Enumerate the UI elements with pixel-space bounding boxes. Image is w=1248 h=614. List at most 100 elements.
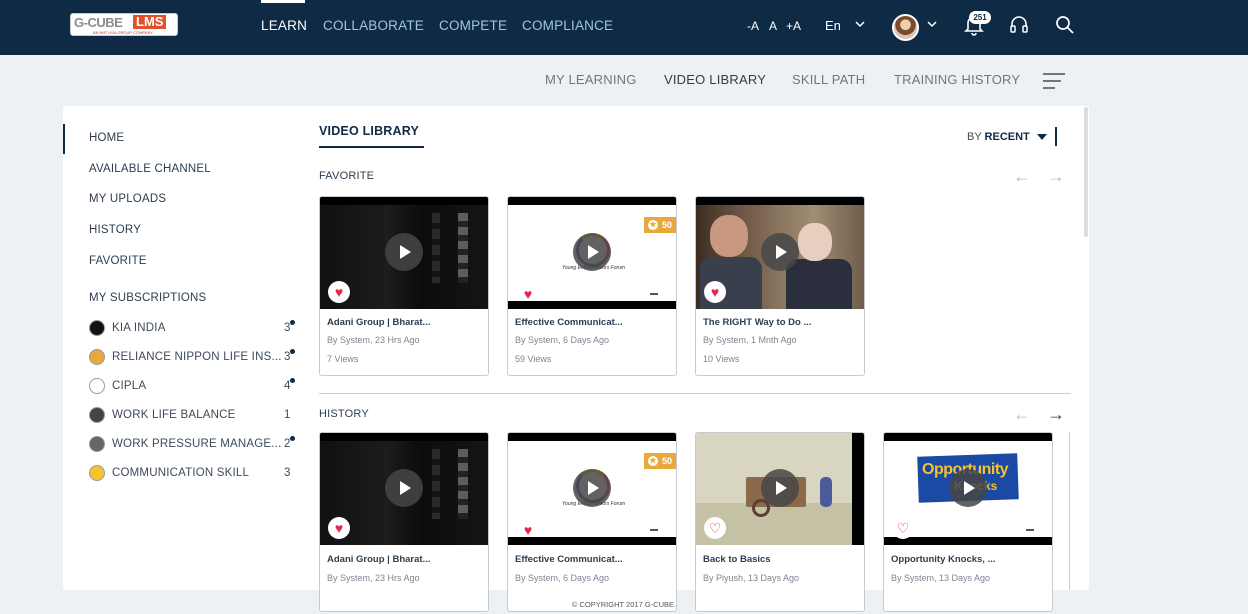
- play-icon[interactable]: [761, 233, 799, 271]
- video-card[interactable]: ♥ Adani Group | Bharat... By System, 23 …: [319, 432, 489, 612]
- heart-icon[interactable]: ♥: [517, 519, 539, 541]
- subscription-item[interactable]: RELIANCE NIPPON LIFE INS... 3: [89, 349, 299, 367]
- video-title[interactable]: Effective Communicat...: [515, 317, 623, 328]
- subscription-name: CIPLA: [112, 380, 147, 392]
- play-icon[interactable]: [385, 469, 423, 507]
- heart-outline-icon[interactable]: ♡: [892, 517, 914, 539]
- play-icon[interactable]: [385, 233, 423, 271]
- channel-icon: [89, 465, 105, 481]
- channel-icon: [89, 436, 105, 452]
- sort-dropdown[interactable]: BY RECENT: [967, 131, 1030, 143]
- video-views: 10 Views: [703, 354, 740, 364]
- video-author-time: By System, 23 Hrs Ago: [327, 573, 420, 583]
- new-dot: [290, 320, 295, 325]
- play-icon[interactable]: [761, 469, 799, 507]
- copyright-footer: © COPYRIGHT 2017 G-CUBE.: [571, 600, 677, 609]
- subscription-item[interactable]: WORK PRESSURE MANAGE... 2: [89, 436, 299, 454]
- chevron-down-icon[interactable]: [855, 19, 865, 32]
- channel-icon: [89, 349, 105, 365]
- video-title[interactable]: Adani Group | Bharat...: [327, 554, 430, 565]
- star-icon: ★: [648, 220, 658, 230]
- video-title[interactable]: The RIGHT Way to Do ...: [703, 317, 811, 328]
- nav-collaborate[interactable]: COLLABORATE: [323, 18, 424, 33]
- heart-outline-icon[interactable]: ♡: [704, 517, 726, 539]
- divider: [1055, 127, 1057, 146]
- video-title[interactable]: Adani Group | Bharat...: [327, 317, 430, 328]
- subnav-skill-path[interactable]: SKILL PATH: [792, 72, 865, 87]
- heart-icon[interactable]: ♥: [328, 517, 350, 539]
- subscription-count: 1: [284, 409, 291, 421]
- subnav-training-history[interactable]: TRAINING HISTORY: [894, 72, 1020, 87]
- subscription-item[interactable]: WORK LIFE BALANCE 1: [89, 407, 299, 425]
- arrow-left-icon[interactable]: ←: [1013, 167, 1031, 185]
- video-author-time: By System, 13 Days Ago: [891, 573, 991, 583]
- heart-icon[interactable]: ♥: [328, 281, 350, 303]
- sidebar-item-favorite[interactable]: FAVORITE: [89, 255, 147, 267]
- video-author-time: By System, 6 Days Ago: [515, 335, 610, 345]
- sidebar-item-history[interactable]: HISTORY: [89, 224, 141, 236]
- logo-brand: G-CUBE: [74, 15, 123, 30]
- channel-icon: [89, 407, 105, 423]
- avatar[interactable]: [892, 14, 919, 41]
- subscription-item[interactable]: COMMUNICATION SKILL 3: [89, 465, 299, 483]
- points-value: 50: [662, 456, 673, 466]
- video-card[interactable]: ♡ Back to Basics By Piyush, 13 Days Ago: [695, 432, 865, 612]
- video-card[interactable]: Young Entrepreneurs Forum ★50 ♥ Effectiv…: [507, 196, 677, 376]
- logo-product: LMS: [133, 15, 167, 29]
- title-underline: [319, 146, 424, 148]
- nav-learn[interactable]: LEARN: [261, 18, 307, 33]
- nav-compete[interactable]: COMPETE: [439, 18, 507, 33]
- points-badge: ★ 50: [644, 453, 676, 469]
- heart-icon[interactable]: ♥: [704, 281, 726, 303]
- video-views: 7 Views: [327, 354, 359, 364]
- active-nav-indicator: [261, 0, 305, 3]
- subnav-my-learning[interactable]: MY LEARNING: [545, 72, 637, 87]
- sidebar-item-available-channel[interactable]: AVAILABLE CHANNEL: [89, 163, 211, 175]
- video-title[interactable]: Effective Communicat...: [515, 554, 623, 565]
- subscription-item[interactable]: KIA INDIA 3: [89, 320, 299, 338]
- nav-compliance[interactable]: COMPLIANCE: [522, 18, 613, 33]
- play-icon[interactable]: [573, 233, 611, 271]
- video-title[interactable]: Opportunity Knocks, ...: [891, 554, 996, 565]
- star-icon: ★: [648, 456, 658, 466]
- caret-down-icon[interactable]: [1037, 134, 1047, 140]
- video-card[interactable]: ♥ The RIGHT Way to Do ... By System, 1 M…: [695, 196, 865, 376]
- font-reset-button[interactable]: A: [769, 19, 777, 33]
- search-icon[interactable]: [1055, 15, 1075, 40]
- section-divider: [319, 393, 1071, 394]
- heart-icon[interactable]: ♥: [517, 283, 539, 305]
- sidebar-active-indicator: [63, 124, 65, 154]
- video-title[interactable]: Back to Basics: [703, 554, 771, 565]
- scrollbar[interactable]: [1084, 107, 1088, 237]
- headset-icon[interactable]: [1009, 15, 1029, 40]
- gcube-logo[interactable]: G-CUBE LMS AN NIIT USA GROUP COMPANY: [70, 13, 178, 36]
- language-select[interactable]: En: [825, 18, 841, 33]
- video-card[interactable]: OpportunityKnocks ♡ Opportunity Knocks, …: [883, 432, 1053, 612]
- sidebar-item-home[interactable]: HOME: [89, 132, 124, 144]
- channel-icon: [89, 378, 105, 394]
- arrow-right-icon[interactable]: →: [1047, 167, 1065, 185]
- video-card[interactable]: Young Entrepreneurs Forum ★50 ♥ Effectiv…: [507, 432, 677, 612]
- video-card[interactable]: ♥ Adani Group | Bharat... By System, 23 …: [319, 196, 489, 376]
- subscription-name: RELIANCE NIPPON LIFE INS...: [112, 351, 282, 363]
- sort-prefix: BY: [967, 131, 982, 143]
- channel-icon: [89, 320, 105, 336]
- chevron-down-icon[interactable]: [927, 19, 937, 32]
- font-increase-button[interactable]: +A: [786, 19, 801, 33]
- play-icon[interactable]: [949, 469, 987, 507]
- subscription-item[interactable]: CIPLA 4: [89, 378, 299, 396]
- subnav-video-library[interactable]: VIDEO LIBRARY: [664, 72, 766, 87]
- play-icon[interactable]: [573, 469, 611, 507]
- favorite-section-title: FAVORITE: [319, 170, 375, 182]
- logo-tagline: AN NIIT USA GROUP COMPANY: [93, 30, 154, 35]
- video-author-time: By System, 6 Days Ago: [515, 573, 610, 583]
- font-decrease-button[interactable]: -A: [747, 19, 759, 33]
- sidebar-item-my-uploads[interactable]: MY UPLOADS: [89, 193, 166, 205]
- arrow-right-icon[interactable]: →: [1047, 405, 1065, 423]
- video-author-time: By System, 23 Hrs Ago: [327, 335, 420, 345]
- history-section-title: HISTORY: [319, 408, 369, 420]
- subscription-name: WORK LIFE BALANCE: [112, 409, 236, 421]
- arrow-left-icon[interactable]: ←: [1013, 405, 1031, 423]
- hamburger-icon[interactable]: [1043, 72, 1067, 90]
- sort-value: RECENT: [984, 131, 1030, 143]
